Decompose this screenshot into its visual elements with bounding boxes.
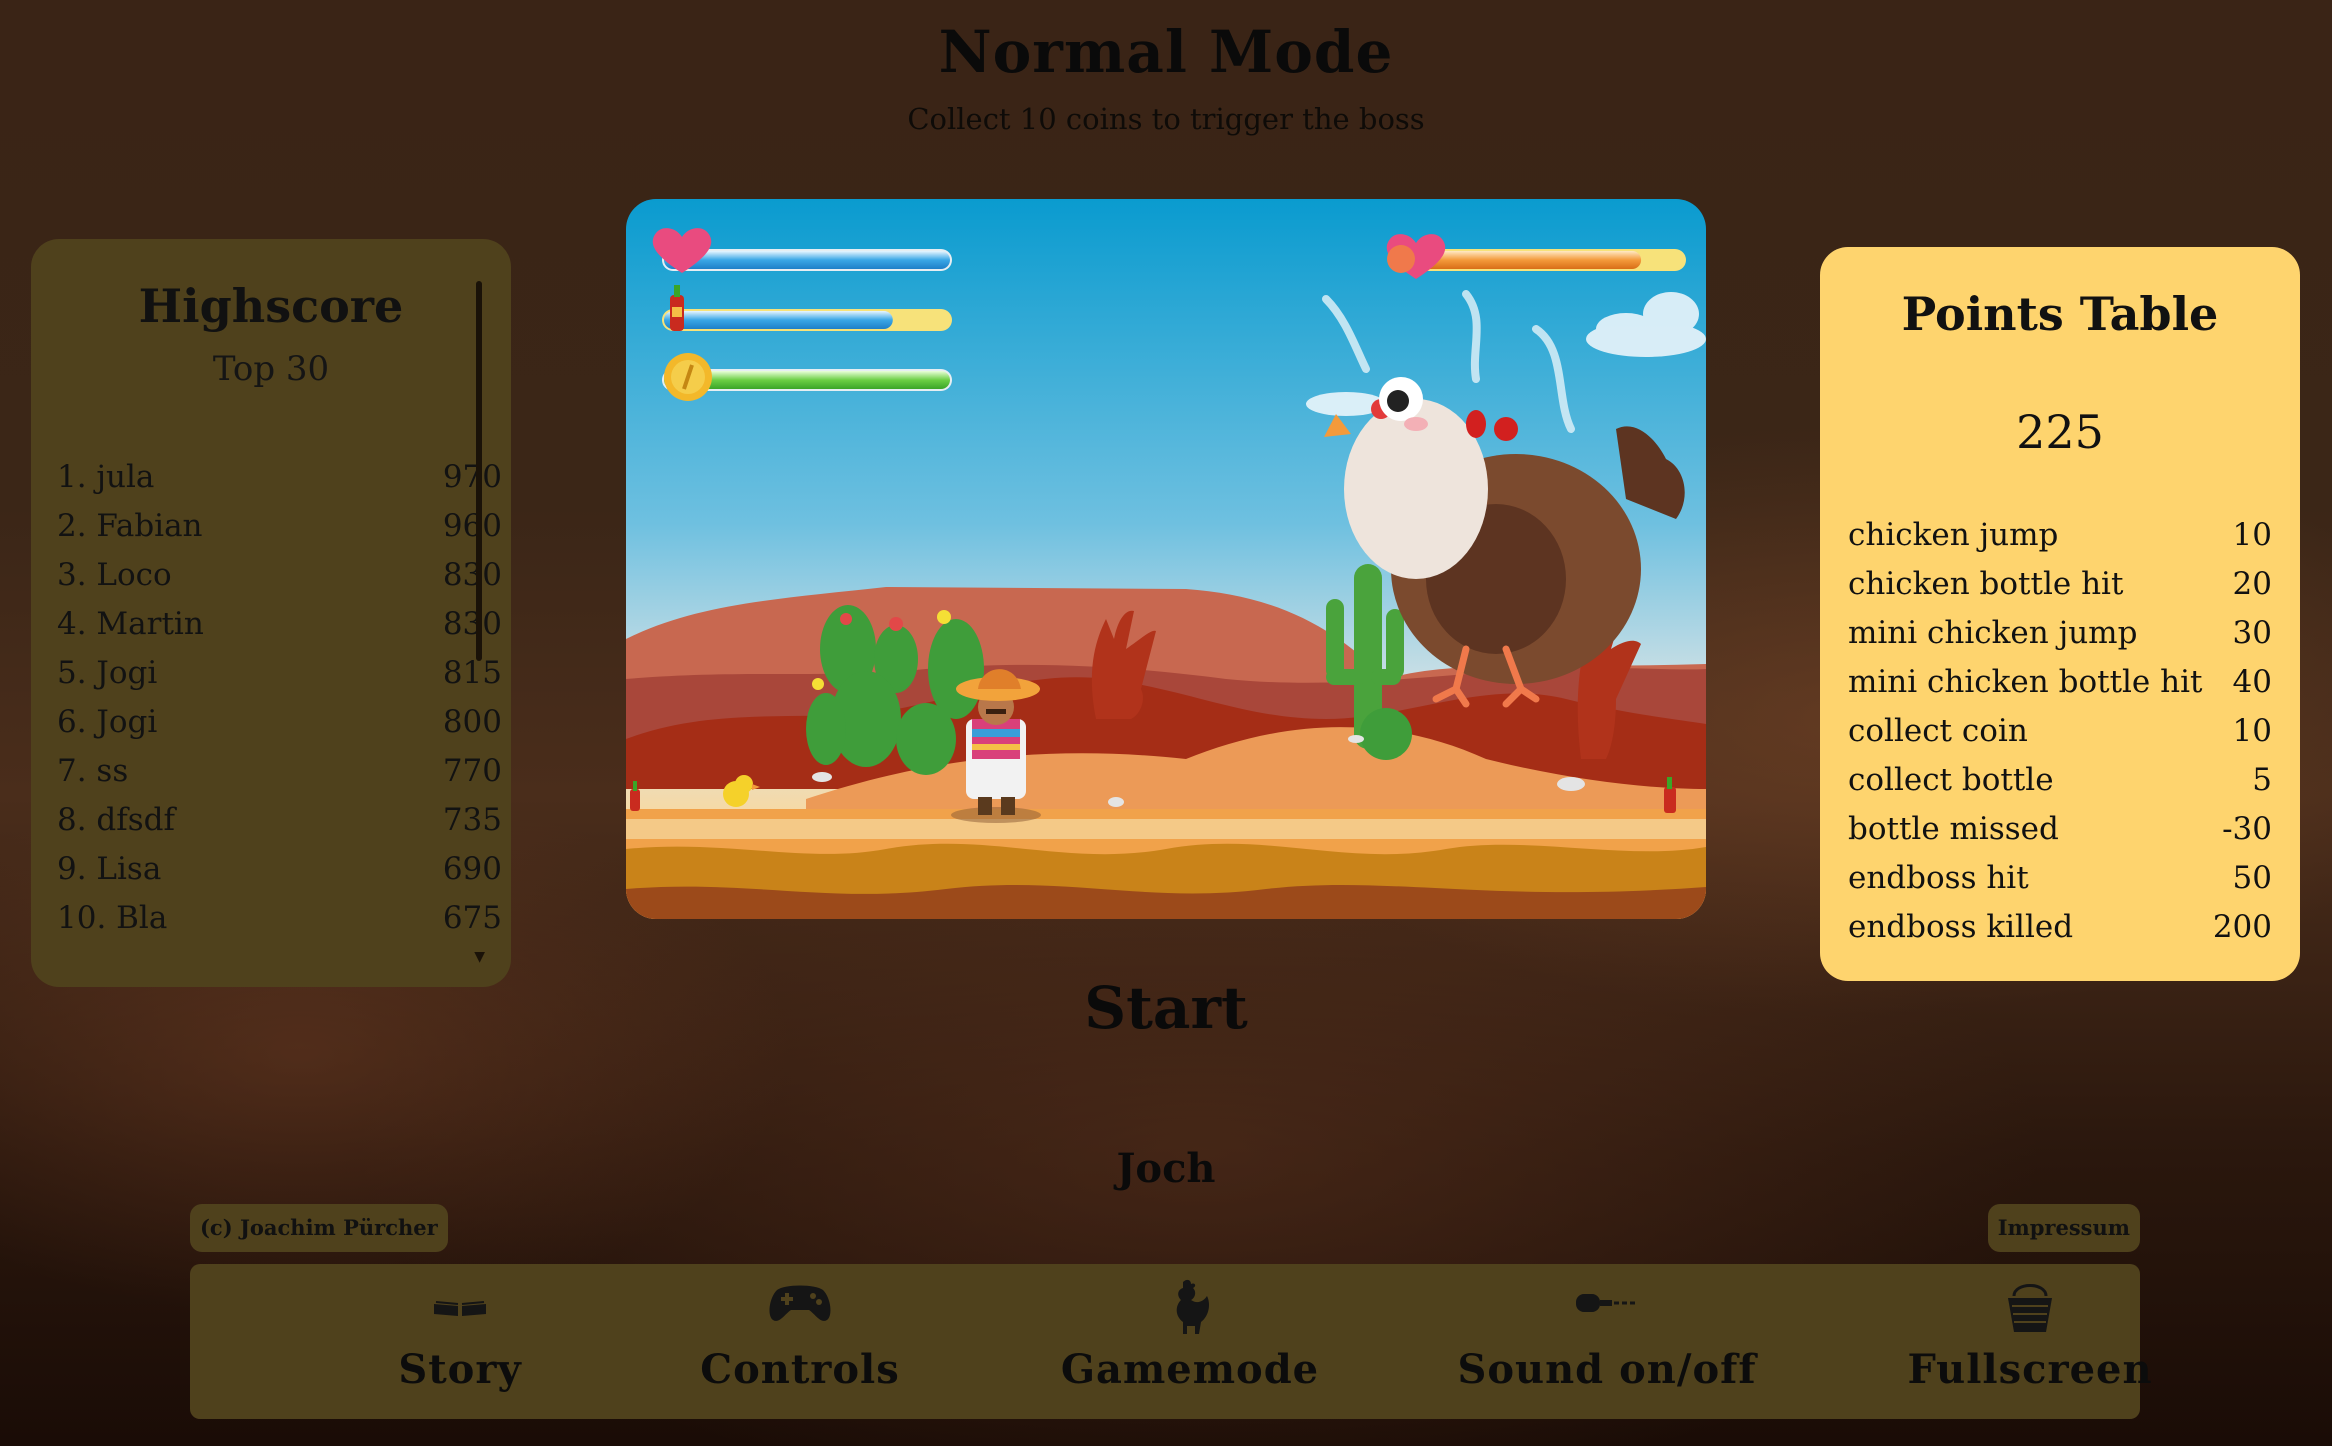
- highscore-scrollbar[interactable]: [476, 281, 482, 661]
- menu-bar: Story Controls Gamemode Sound on/off Ful…: [190, 1264, 2152, 1419]
- highscore-score: 770: [442, 753, 502, 789]
- menu-sound[interactable]: Sound on/off: [1427, 1264, 1787, 1419]
- highscore-row: 8. dfsdf 735: [57, 802, 502, 851]
- game-canvas[interactable]: [626, 199, 1706, 919]
- points-label: chicken jump: [1848, 517, 2059, 553]
- page-title: Normal Mode: [938, 18, 1394, 86]
- highscore-row: 5. Jogi 815: [57, 655, 502, 704]
- highscore-title: Highscore: [138, 279, 404, 333]
- points-label: bottle missed: [1848, 811, 2059, 847]
- basket-icon: [2008, 1284, 2052, 1332]
- highscore-row: 9. Lisa 690: [57, 851, 502, 900]
- highscore-score: 830: [442, 557, 502, 593]
- points-label: mini chicken jump: [1848, 615, 2138, 651]
- points-value: 10: [2232, 517, 2272, 553]
- microphone-icon: [1576, 1294, 1638, 1312]
- points-table-title: Points Table: [1901, 287, 2219, 341]
- highscore-score: 970: [442, 459, 502, 495]
- highscore-score: 675: [442, 900, 502, 936]
- points-row: endboss hit 50: [1848, 860, 2272, 909]
- points-value: 20: [2232, 566, 2272, 602]
- points-label: collect bottle: [1848, 762, 2054, 798]
- highscore-score: 815: [442, 655, 502, 691]
- highscore-row: 2. Fabian 960: [57, 508, 502, 557]
- points-row: mini chicken bottle hit 40: [1848, 664, 2272, 713]
- menu-label: Story: [398, 1346, 522, 1393]
- bottle-bar: [662, 309, 952, 331]
- highscore-name: 2. Fabian: [57, 508, 203, 544]
- book-icon: [434, 1301, 486, 1316]
- impressum-link[interactable]: Impressum: [1987, 1204, 2140, 1252]
- game-scene: [626, 199, 1706, 919]
- menu-story[interactable]: Story: [280, 1264, 640, 1419]
- highscore-row: 3. Loco 830: [57, 557, 502, 606]
- current-score: 225: [2016, 405, 2104, 459]
- highscore-row: 7. ss 770: [57, 753, 502, 802]
- menu-label: Gamemode: [1060, 1346, 1320, 1393]
- scroll-down-icon[interactable]: ▼: [474, 949, 485, 965]
- highscore-name: 10. Bla: [57, 900, 168, 936]
- highscore-list[interactable]: 1. jula 970 2. Fabian 960 3. Loco 830 4. Ma…: [57, 459, 502, 959]
- points-row: endboss killed 200: [1848, 909, 2272, 958]
- points-list: chicken jump 10 chicken bottle hit 20 mini…: [1848, 517, 2272, 958]
- menu-fullscreen[interactable]: Fullscreen: [1850, 1264, 2210, 1419]
- menu-label: Controls: [700, 1346, 900, 1393]
- copyright-label: (c) Joachim Pürcher: [190, 1204, 448, 1252]
- menu-label: Fullscreen: [1907, 1346, 2153, 1393]
- highscore-panel: Highscore Top 30 1. jula 970 2. Fabian 960…: [31, 239, 511, 987]
- points-label: endboss killed: [1848, 909, 2074, 945]
- points-row: chicken jump 10: [1848, 517, 2272, 566]
- points-row: bottle missed -30: [1848, 811, 2272, 860]
- points-row: mini chicken jump 30: [1848, 615, 2272, 664]
- highscore-name: 3. Loco: [57, 557, 172, 593]
- menu-label: Sound on/off: [1457, 1346, 1757, 1393]
- highscore-row: 1. jula 970: [57, 459, 502, 508]
- points-value: 200: [2212, 909, 2272, 945]
- highscore-score: 830: [442, 606, 502, 642]
- points-row: collect coin 10: [1848, 713, 2272, 762]
- highscore-name: 6. Jogi: [57, 704, 158, 740]
- points-label: chicken bottle hit: [1848, 566, 2124, 602]
- start-button[interactable]: Start: [0, 974, 2332, 1042]
- highscore-name: 5. Jogi: [57, 655, 158, 691]
- menu-gamemode[interactable]: Gamemode: [1010, 1264, 1370, 1419]
- highscore-name: 7. ss: [57, 753, 129, 789]
- highscore-row: 10. Bla 675: [57, 900, 502, 949]
- highscore-score: 690: [442, 851, 502, 887]
- coin-icon: [664, 353, 712, 401]
- menu-controls[interactable]: Controls: [620, 1264, 980, 1419]
- highscore-name: 9. Lisa: [57, 851, 162, 887]
- points-label: collect coin: [1848, 713, 2028, 749]
- points-value: 40: [2232, 664, 2272, 700]
- highscore-name: 8. dfsdf: [57, 802, 175, 838]
- points-label: mini chicken bottle hit: [1848, 664, 2203, 700]
- gamepad-icon: [769, 1285, 831, 1321]
- highscore-row: 4. Martin 830: [57, 606, 502, 655]
- player-name: Joch: [1116, 1145, 1216, 1192]
- highscore-score: 735: [442, 802, 502, 838]
- highscore-name: 4. Martin: [57, 606, 204, 642]
- highscore-name: 1. jula: [57, 459, 155, 495]
- points-value: -30: [2222, 811, 2272, 847]
- points-row: chicken bottle hit 20: [1848, 566, 2272, 615]
- points-label: endboss hit: [1848, 860, 2029, 896]
- points-row: collect bottle 5: [1848, 762, 2272, 811]
- highscore-score: 960: [442, 508, 502, 544]
- rooster-icon: [1176, 1279, 1209, 1334]
- highscore-row: 6. Jogi 800: [57, 704, 502, 753]
- page-subtitle: Collect 10 coins to trigger the boss: [907, 102, 1425, 136]
- highscore-score: 800: [442, 704, 502, 740]
- points-value: 5: [2252, 762, 2272, 798]
- points-value: 30: [2232, 615, 2272, 651]
- points-value: 50: [2232, 860, 2272, 896]
- highscore-subtitle: Top 30: [212, 349, 330, 389]
- points-value: 10: [2232, 713, 2272, 749]
- points-table-panel: Points Table 225 chicken jump 10 chicken …: [1820, 247, 2300, 981]
